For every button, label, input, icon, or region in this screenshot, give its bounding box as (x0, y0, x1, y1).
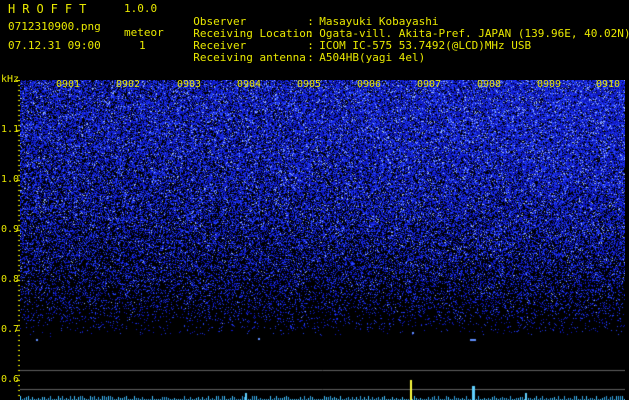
time-tick-label: 0904 (237, 79, 262, 90)
unit-label: kHz (1, 74, 20, 85)
time-tick-label: 0906 (357, 79, 382, 90)
freq-tick-label: 0.8 (1, 274, 20, 285)
time-tick-label: 0903 (177, 79, 202, 90)
meteor-label: meteor (124, 26, 164, 39)
info-value: A504HB(yagi 4el) (319, 51, 426, 64)
time-tick-label: 0910 (596, 79, 621, 90)
info-key: Receiving antenna (193, 51, 306, 64)
time-tick-label: 0909 (537, 79, 562, 90)
time-tick-label: 0901 (56, 79, 81, 90)
app-version: 1.0.0 (124, 2, 158, 15)
time-tick-label: 0905 (297, 79, 322, 90)
time-tick-label: 0908 (477, 79, 502, 90)
freq-tick-label: 0.7 (1, 324, 20, 335)
meteor-count: 1 (139, 39, 146, 52)
freq-tick-label: 0.9 (1, 224, 20, 235)
file-name: 0712310900.png (8, 20, 101, 33)
app-name: HROFFT (8, 2, 94, 16)
time-tick-label: 0902 (116, 79, 141, 90)
freq-tick-label: 1.1 (1, 124, 20, 135)
timestamp: 07.12.31 09:00 (8, 39, 101, 52)
freq-tick-label: 1.0 (1, 174, 20, 185)
freq-tick-label: 0.6 (1, 374, 20, 385)
time-tick-label: 0907 (417, 79, 442, 90)
spectrogram (20, 80, 625, 400)
info-row-antenna: Receiving antenna: A504HB(yagi 4el) (193, 51, 426, 64)
